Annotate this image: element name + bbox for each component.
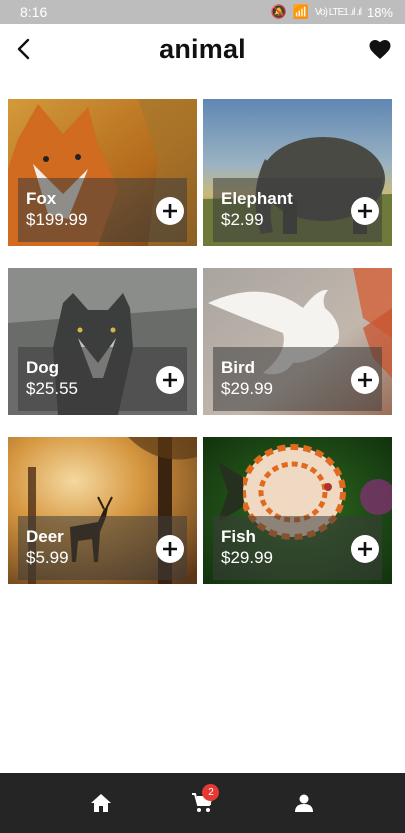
product-name: Bird — [221, 358, 255, 377]
product-name: Deer — [26, 527, 64, 546]
mute-icon: 🔕 — [270, 4, 287, 19]
add-to-cart-button[interactable] — [156, 535, 184, 563]
plus-icon — [358, 204, 372, 218]
product-price: $25.55 — [26, 379, 78, 398]
plus-icon — [163, 204, 177, 218]
nav-home[interactable] — [81, 783, 121, 823]
product-name: Fish — [221, 527, 256, 546]
page-title: animal — [159, 33, 246, 64]
status-bar: 8:16 🔕 📶 Vo) LTE1 .ıl .ıl 18% — [0, 0, 405, 24]
arrow-back-icon — [17, 38, 30, 60]
product-name: Fox — [26, 189, 57, 208]
product-price: $29.99 — [221, 379, 273, 398]
add-to-cart-button[interactable] — [351, 535, 379, 563]
account-icon — [295, 794, 314, 812]
app-bar: animal — [0, 24, 405, 74]
add-to-cart-button[interactable] — [351, 366, 379, 394]
product-name: Elephant — [221, 189, 293, 208]
plus-icon — [358, 373, 372, 387]
add-to-cart-button[interactable] — [156, 197, 184, 225]
home-icon — [90, 794, 111, 812]
signal-text: Vo) LTE1 .ıl .ıl — [314, 6, 362, 18]
product-price: $29.99 — [221, 548, 273, 567]
back-button[interactable] — [8, 32, 38, 66]
product-price: $2.99 — [221, 210, 264, 229]
plus-icon — [163, 373, 177, 387]
product-card-fish[interactable]: Fish $29.99 — [203, 437, 392, 584]
battery-level: 18% — [366, 4, 393, 20]
plus-icon — [358, 542, 372, 556]
plus-icon — [163, 542, 177, 556]
product-price: $199.99 — [26, 210, 88, 229]
add-to-cart-button[interactable] — [156, 366, 184, 394]
product-price: $5.99 — [26, 548, 69, 567]
status-time: 8:16 — [20, 4, 48, 20]
favorites-button[interactable] — [365, 34, 395, 64]
product-card-dog[interactable]: Dog $25.55 — [8, 268, 197, 415]
product-card-elephant[interactable]: Elephant $2.99 — [203, 99, 392, 246]
nav-account[interactable] — [284, 783, 324, 823]
product-grid: Fox $199.99 Elephant $2.99 Dog $25.55 Bi… — [8, 99, 392, 584]
product-card-fox[interactable]: Fox $199.99 — [8, 99, 197, 246]
wifi-icon: 📶 — [292, 4, 309, 19]
product-card-deer[interactable]: Deer $5.99 — [8, 437, 197, 584]
status-icons: 🔕 📶 Vo) LTE1 .ıl .ıl 18% — [271, 4, 393, 20]
bottom-nav: 2 — [0, 773, 405, 833]
nav-cart[interactable]: 2 — [182, 783, 222, 823]
heart-icon — [369, 40, 391, 59]
add-to-cart-button[interactable] — [351, 197, 379, 225]
product-name: Dog — [26, 358, 60, 377]
product-card-bird[interactable]: Bird $29.99 — [203, 268, 392, 415]
cart-count-badge: 2 — [202, 784, 220, 801]
